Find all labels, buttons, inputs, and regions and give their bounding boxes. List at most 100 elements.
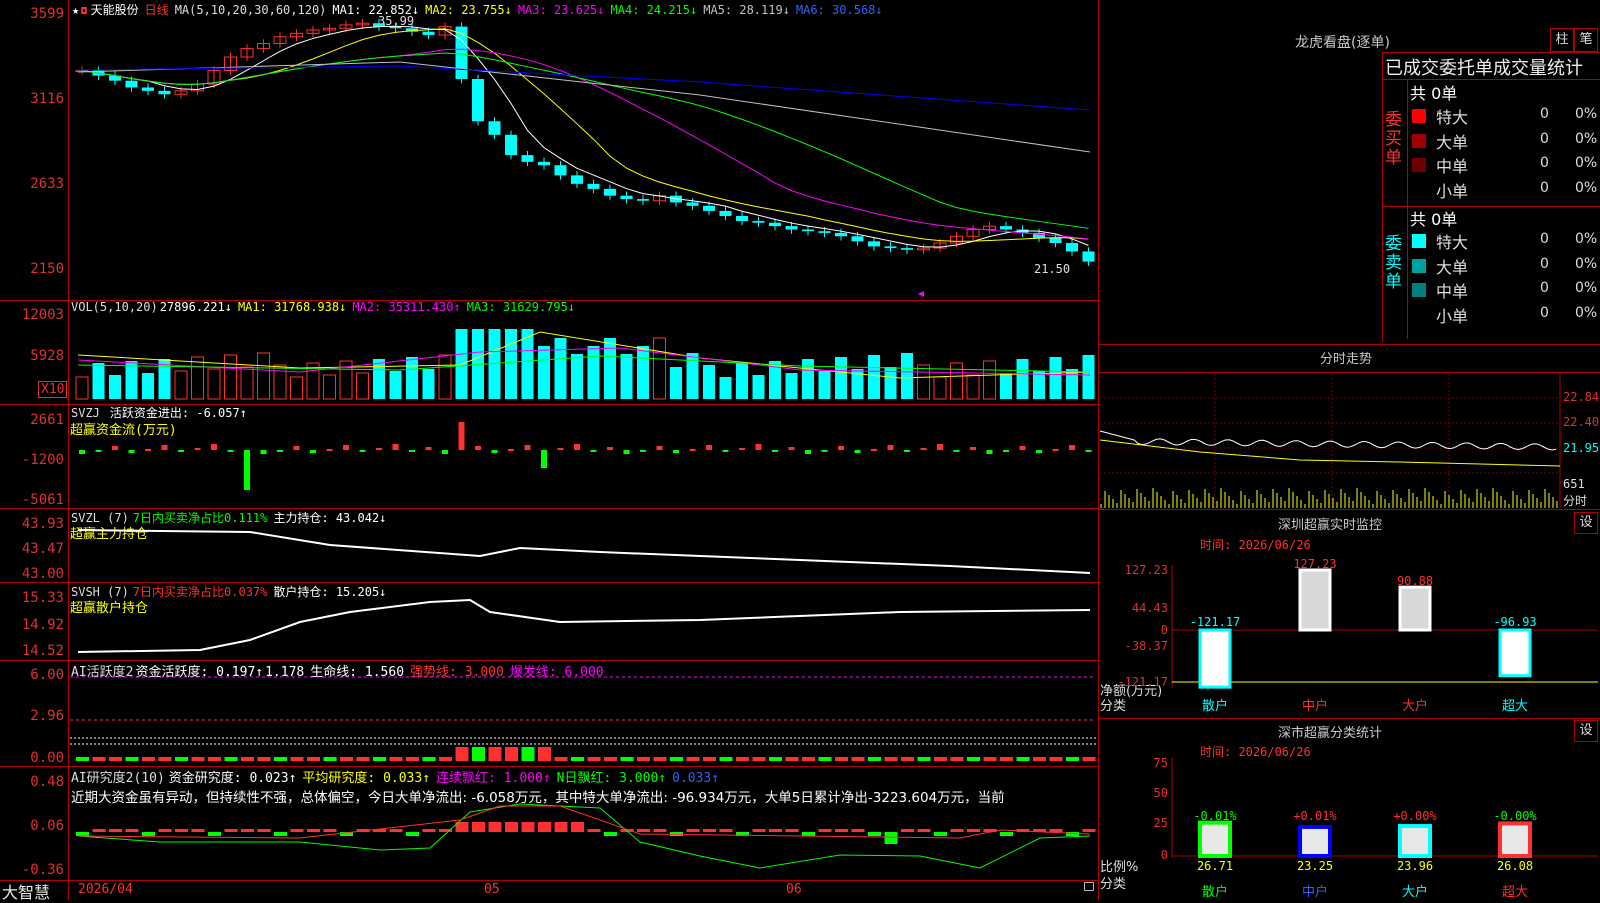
svzj-bar xyxy=(458,422,465,450)
buy-row-name: 特大 xyxy=(1436,108,1469,127)
svzj-bar xyxy=(211,444,217,450)
svzj-bar xyxy=(359,450,366,452)
ai-active-bar xyxy=(637,757,650,761)
ai-research-bar xyxy=(307,829,320,832)
ai-active-bar xyxy=(1033,757,1046,761)
volume-bar xyxy=(125,361,138,399)
intraday-vol-label: 651 xyxy=(1563,477,1585,491)
sell-total: 共 0单 xyxy=(1410,210,1458,229)
sm-axis-sub: 分类 xyxy=(1100,877,1127,892)
sz-bar-超大 xyxy=(1498,628,1532,678)
intraday-title[interactable]: 分时走势 xyxy=(1320,348,1372,367)
ai-research-bar xyxy=(934,832,947,836)
chart-canvas[interactable] xyxy=(0,0,1098,900)
volume-bar xyxy=(109,375,121,399)
candle-body xyxy=(472,79,484,122)
ai-active-bar xyxy=(1066,757,1079,761)
ai-active-bar xyxy=(439,757,452,761)
ai-active-bar xyxy=(488,747,502,761)
sell-row-name: 小单 xyxy=(1436,306,1469,326)
volume-bar xyxy=(785,373,798,399)
ai-research-bar xyxy=(241,829,254,832)
ai-research-bar xyxy=(1049,829,1063,832)
ai-active-bar xyxy=(851,757,865,761)
buy-row-count: 0 xyxy=(1540,130,1549,147)
intraday-avg-line xyxy=(1099,439,1561,467)
sm-category-label: 散户 xyxy=(1202,884,1228,900)
candle-body xyxy=(587,183,600,189)
svzj-bar xyxy=(607,447,613,450)
intraday-tag[interactable]: 分时 xyxy=(1563,492,1587,509)
sm-y-label: 0 xyxy=(1161,848,1168,862)
ai-research-bar xyxy=(901,829,914,832)
sm-settings-button[interactable]: 设 xyxy=(1574,720,1598,742)
sell-swatch xyxy=(1412,283,1426,297)
candle-body xyxy=(554,165,567,176)
ai-active-bar xyxy=(901,757,914,761)
svzj-bar xyxy=(838,446,844,450)
ai-research-bar xyxy=(191,829,205,832)
svzj-bar xyxy=(706,445,712,450)
volume-bar xyxy=(207,368,221,400)
volume-bar xyxy=(1000,373,1012,399)
sz-category-label: 大户 xyxy=(1402,698,1428,714)
volume-bar xyxy=(983,360,996,400)
buy-row-name: 小单 xyxy=(1436,181,1469,201)
vol-ma2-line xyxy=(77,347,1091,376)
volume-bar xyxy=(75,376,89,400)
ai-research-bar xyxy=(637,829,650,832)
buy-row-pct: 0% xyxy=(1575,155,1598,171)
sm-title: 深市超赢分类统计 xyxy=(1278,726,1383,741)
ai-research-bar xyxy=(208,832,221,836)
cursor-marker xyxy=(918,291,924,297)
volume-bar xyxy=(1049,357,1062,399)
sz-settings-button[interactable]: 设 xyxy=(1574,512,1598,534)
svzj-bar xyxy=(805,450,811,454)
ai-active-bar xyxy=(917,757,931,761)
sz-y-label: 127.23 xyxy=(1125,563,1168,577)
ai-active-bar xyxy=(92,757,106,761)
candle-body xyxy=(769,222,781,227)
ai-active-bar xyxy=(389,757,403,761)
sz-category-label: 散户 xyxy=(1202,698,1228,714)
svzj-bar xyxy=(1019,446,1026,450)
svzj-bar xyxy=(986,450,993,454)
ai-active-bar xyxy=(802,757,815,761)
ai-research-bar xyxy=(472,822,485,832)
ai-research-bar xyxy=(785,829,799,832)
ai-active-bar xyxy=(835,757,848,761)
sm-category-label: 超大 xyxy=(1502,885,1528,900)
sm-y-label: 25 xyxy=(1154,816,1168,830)
ai-research-bar xyxy=(868,832,881,836)
lhb-title: 龙虎看盘(逐单) xyxy=(1295,35,1390,51)
tick-mode-button[interactable]: 笔 xyxy=(1574,28,1598,52)
ma6-line xyxy=(77,65,1091,111)
candle-body xyxy=(604,188,616,196)
svzj-bar xyxy=(755,444,762,450)
candle-body xyxy=(752,221,765,223)
ai-research-bar xyxy=(158,829,172,832)
ai-research-bar xyxy=(917,829,931,832)
sm-change-label: -0.00% xyxy=(1493,809,1537,823)
svzj-bar xyxy=(920,448,927,450)
candle-body xyxy=(703,205,715,211)
svzj-bar xyxy=(1052,449,1059,451)
buy-swatch xyxy=(1412,133,1426,148)
ai-active-bar xyxy=(818,757,832,761)
candle-body xyxy=(505,134,517,156)
volume-bar xyxy=(818,371,831,399)
volume-bar xyxy=(521,329,534,399)
ai-research-bar xyxy=(521,822,535,832)
sz-bar-value: 90.88 xyxy=(1397,574,1433,588)
ai-active-bar xyxy=(158,757,172,761)
svzj-bar xyxy=(392,444,399,450)
stat-box-top xyxy=(1382,52,1600,53)
candle-body xyxy=(835,232,847,237)
sm-bar-value: 23.96 xyxy=(1397,859,1433,873)
candle-body xyxy=(1082,251,1095,262)
intraday-y1: 22.84 xyxy=(1563,390,1600,404)
ai-active-bar xyxy=(670,757,683,761)
ai-active-bar xyxy=(191,757,205,761)
bar-mode-button[interactable]: 柱 xyxy=(1550,28,1574,52)
sm-bar-散户 xyxy=(1198,820,1232,858)
